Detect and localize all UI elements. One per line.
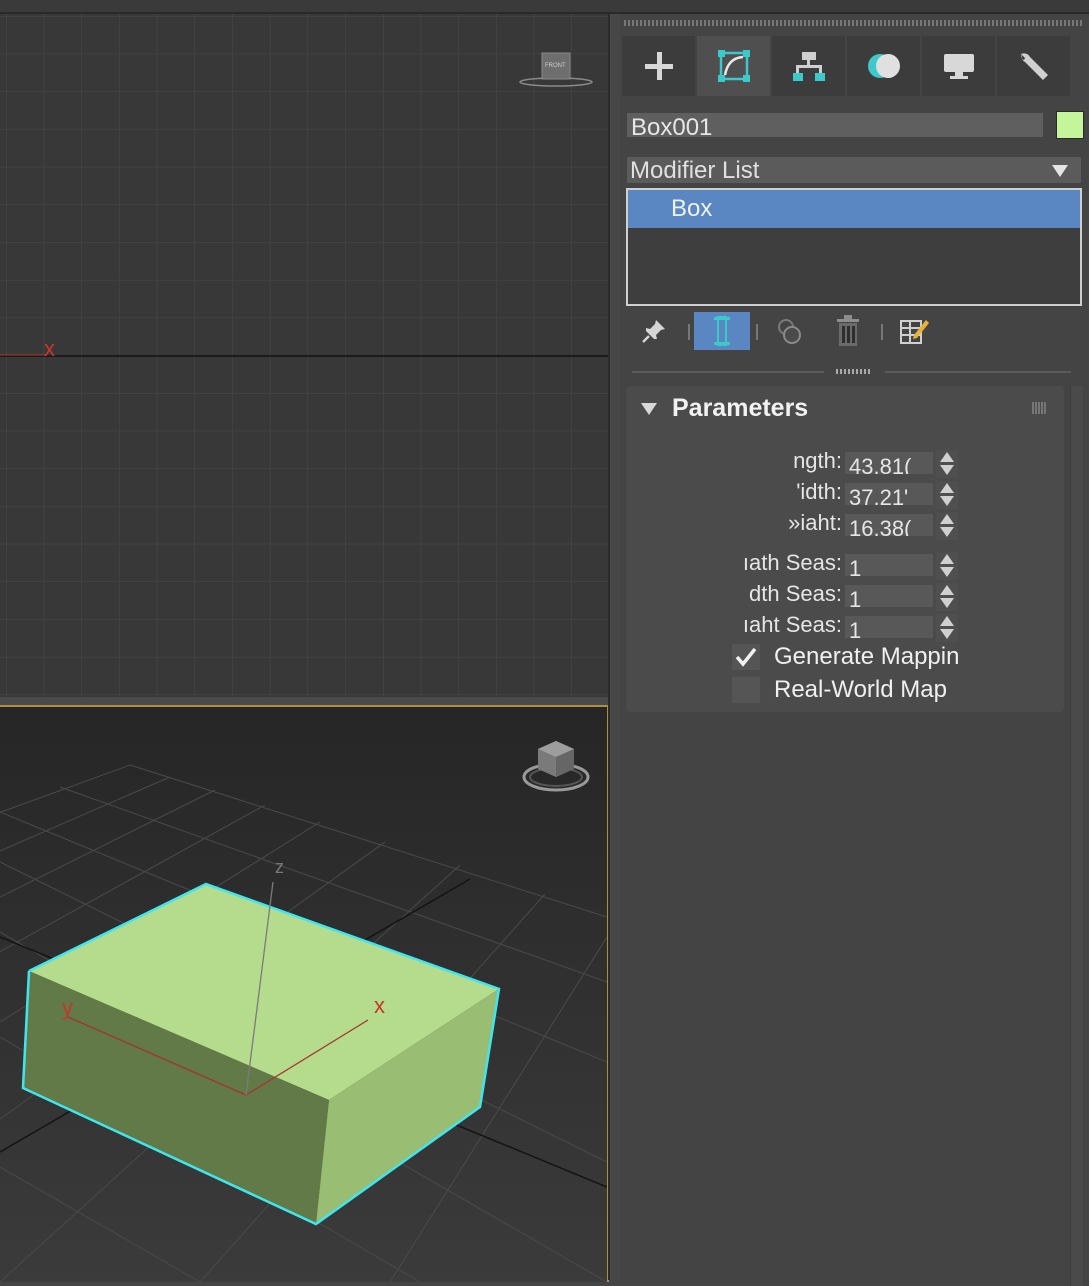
trash-icon (837, 315, 859, 346)
width-segs-row: dth Seas: 1 (626, 579, 1064, 611)
chevron-down-icon[interactable] (1052, 165, 1068, 177)
tab-motion[interactable] (847, 36, 920, 96)
spinner-up-icon[interactable] (940, 514, 954, 524)
spinner-down-icon[interactable] (940, 629, 954, 639)
persp-z-axis-label: z (275, 857, 284, 877)
length-segs-label: ıath Seas: (742, 550, 842, 575)
remove-modifier-button[interactable] (828, 312, 868, 350)
toolbar-separator (756, 324, 758, 340)
tab-display[interactable] (922, 36, 995, 96)
spinner-down-icon[interactable] (940, 496, 954, 506)
tab-hierarchy[interactable] (772, 36, 845, 96)
width-input[interactable]: 37.21' (845, 483, 933, 505)
spinner-down-icon[interactable] (940, 598, 954, 608)
object-color-swatch[interactable] (1056, 111, 1084, 139)
length-segs-spinner[interactable] (936, 552, 958, 580)
tab-utilities[interactable] (997, 36, 1070, 96)
real-world-map-checkbox[interactable] (732, 677, 760, 703)
parameters-title[interactable]: Parameters (672, 394, 808, 423)
spinner-down-icon[interactable] (940, 527, 954, 537)
height-segs-row: ıaht Seas: 1 (626, 610, 1064, 642)
height-segs-input[interactable]: 1 (845, 616, 933, 638)
spinner-down-icon[interactable] (940, 567, 954, 577)
panel-scrollbar[interactable] (1070, 386, 1083, 1286)
generate-mapping-label[interactable]: Generate Mappin (774, 642, 959, 672)
display-icon (943, 54, 974, 79)
spinner-up-icon[interactable] (940, 452, 954, 462)
stack-resize-grip[interactable] (836, 369, 872, 374)
height-input[interactable]: 16.38( (845, 514, 933, 536)
stack-toolbar (630, 312, 1080, 354)
front-x-axis-label: x (44, 336, 55, 361)
length-segs-input[interactable]: 1 (845, 554, 933, 576)
perspective-viewport[interactable]: y x z (0, 705, 609, 1282)
tab-create[interactable] (622, 36, 695, 96)
show-end-result-icon (714, 316, 730, 346)
show-end-result-button[interactable] (694, 312, 750, 350)
width-segs-label: dth Seas: (749, 581, 842, 606)
panel-grip[interactable] (624, 20, 1082, 26)
viewcube-front[interactable]: FRONT (516, 50, 596, 90)
width-label: 'idth: (796, 479, 842, 504)
viewcube-perspective[interactable] (520, 737, 592, 799)
separator-left (632, 371, 824, 373)
toolbar-separator (881, 324, 883, 340)
width-spinner[interactable] (936, 481, 958, 509)
height-row: »iaht: 16.38( (626, 508, 1064, 540)
make-unique-button[interactable] (770, 312, 810, 350)
modifier-list-dropdown[interactable]: Modifier List (627, 157, 1081, 184)
collapse-triangle-icon[interactable] (641, 403, 657, 415)
wrench-icon (1020, 53, 1048, 80)
front-grid (0, 14, 608, 697)
height-segs-spinner[interactable] (936, 614, 958, 642)
pin-stack-button[interactable] (634, 312, 674, 350)
length-input[interactable]: 43.81( (845, 452, 933, 474)
hierarchy-icon (792, 52, 825, 81)
stack-item-box[interactable]: Box (628, 190, 1080, 228)
real-world-map-label[interactable]: Real-World Map (774, 675, 947, 705)
front-viewport[interactable]: x FRONT (0, 14, 608, 697)
motion-icon (867, 54, 900, 78)
configure-modifier-sets-button[interactable] (894, 312, 934, 350)
viewcube-front-label: FRONT (545, 63, 566, 69)
tab-modify[interactable] (697, 36, 770, 96)
make-unique-icon (778, 319, 801, 344)
width-segs-spinner[interactable] (936, 583, 958, 611)
spinner-up-icon[interactable] (940, 483, 954, 493)
height-spinner[interactable] (936, 512, 958, 540)
spinner-up-icon[interactable] (940, 585, 954, 595)
height-label: »iaht: (788, 510, 842, 535)
viewport-divider[interactable] (0, 697, 610, 705)
perspective-scene (0, 707, 607, 1282)
spinner-up-icon[interactable] (940, 554, 954, 564)
configure-icon (900, 320, 929, 344)
command-panel: Box001 Modifier List Box Parameters ngth… (620, 14, 1089, 1286)
parameters-rollout: Parameters ngth: 43.81( 'idth: 37.21' »i… (626, 386, 1064, 712)
plus-icon (644, 52, 673, 80)
object-name-field[interactable]: Box001 (627, 113, 1043, 137)
rollout-grip-icon[interactable] (1032, 402, 1046, 414)
top-strip (0, 0, 1089, 14)
persp-y-axis-label: y (62, 995, 73, 1020)
width-segs-input[interactable]: 1 (845, 585, 933, 607)
pin-icon (642, 320, 665, 343)
width-row: 'idth: 37.21' (626, 477, 1064, 509)
modify-icon (717, 50, 750, 82)
length-row: ngth: 43.81( (626, 446, 1064, 478)
length-label: ngth: (793, 448, 842, 473)
length-segs-row: ıath Seas: 1 (626, 548, 1064, 580)
spinner-down-icon[interactable] (940, 465, 954, 475)
command-panel-tabs (620, 14, 1089, 100)
toolbar-separator (688, 324, 690, 340)
length-spinner[interactable] (936, 450, 958, 478)
height-segs-label: ıaht Seas: (742, 612, 842, 637)
spinner-up-icon[interactable] (940, 616, 954, 626)
persp-x-axis-label: x (374, 993, 385, 1018)
modifier-stack[interactable]: Box (626, 188, 1082, 306)
separator-right (885, 371, 1071, 373)
checkmark-icon (735, 647, 757, 667)
generate-mapping-checkbox[interactable] (732, 644, 760, 670)
